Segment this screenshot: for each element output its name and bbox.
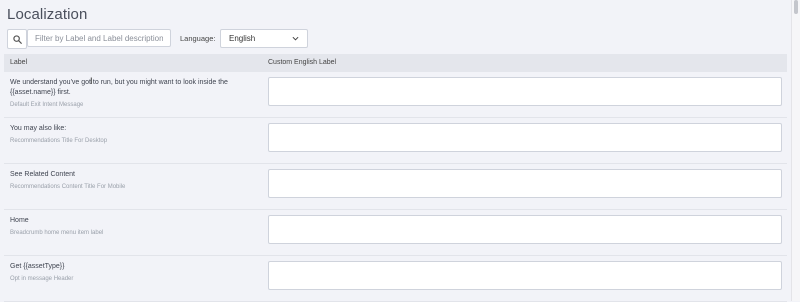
vertical-scrollbar[interactable] <box>791 0 800 301</box>
scrollbar-thumb[interactable] <box>794 0 798 14</box>
row-label: See Related Content <box>10 171 75 178</box>
custom-label-input[interactable] <box>268 215 782 244</box>
chevron-down-icon <box>292 36 299 41</box>
search-input[interactable] <box>27 29 171 47</box>
search-icon <box>12 34 22 44</box>
column-header-custom-label: Custom English Label <box>268 59 337 66</box>
row-description: Recommendations Content Title For Mobile <box>10 184 126 190</box>
column-header-label: Label <box>10 59 28 66</box>
row-text: We understand you've got to run, but you… <box>10 78 250 110</box>
page-title: Localization <box>7 6 88 23</box>
table-header: Label Custom English Label <box>4 54 787 72</box>
row-text: Get {{assetType}} Opt in message Header <box>10 262 250 284</box>
row-label: Home <box>10 217 29 224</box>
table-row: Home Breadcrumb home menu item label <box>4 210 787 256</box>
localization-table: We understand you've got to run, but you… <box>4 72 787 302</box>
row-description: Default Exit Intent Message <box>10 102 84 108</box>
language-selected-value: English <box>229 34 256 43</box>
custom-label-input[interactable] <box>268 261 782 290</box>
language-label: Language: <box>180 34 216 43</box>
custom-label-input[interactable] <box>268 169 782 198</box>
row-description: Recommendations Title For Desktop <box>10 138 108 144</box>
row-text: Home Breadcrumb home menu item label <box>10 216 250 238</box>
row-label: Get {{assetType}} <box>10 263 65 270</box>
row-text: You may also like: Recommendations Title… <box>10 124 250 146</box>
table-row: You may also like: Recommendations Title… <box>4 118 787 164</box>
row-label: You may also like: <box>10 125 67 132</box>
search-button[interactable] <box>7 29 27 49</box>
table-row: See Related Content Recommendations Cont… <box>4 164 787 210</box>
table-row: Get {{assetType}} Opt in message Header <box>4 256 787 302</box>
custom-label-input[interactable] <box>268 77 782 106</box>
row-description: Breadcrumb home menu item label <box>10 230 104 236</box>
custom-label-input[interactable] <box>268 123 782 152</box>
language-select[interactable]: English <box>220 29 308 48</box>
text-cursor-icon: I <box>90 76 93 86</box>
row-text: See Related Content Recommendations Cont… <box>10 170 250 192</box>
row-label: We understand you've got to run, but you… <box>10 79 228 96</box>
row-description: Opt in message Header <box>10 276 74 282</box>
table-row: We understand you've got to run, but you… <box>4 72 787 118</box>
